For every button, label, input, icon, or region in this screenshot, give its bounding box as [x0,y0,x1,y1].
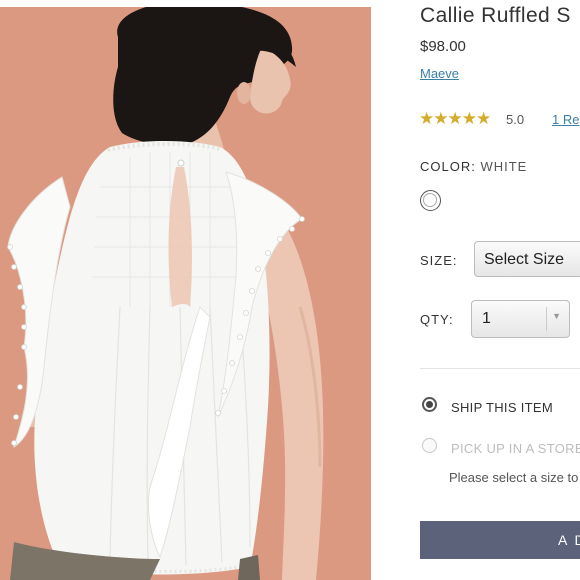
qty-label: QTY: [420,312,454,327]
product-photo-illustration [0,7,371,580]
size-select[interactable]: Select Size [474,241,580,277]
product-panel: Callie Ruffled S $98.00 Maeve ★★★★★ 5.0 … [371,0,580,580]
size-hint: Please select a size to [449,470,579,485]
color-label: COLOR: WHITE [420,159,527,174]
top-spacer [0,0,371,7]
product-title: Callie Ruffled S [420,4,571,27]
color-swatch-white[interactable] [420,190,441,211]
ship-item-label[interactable]: SHIP THIS ITEM [451,400,553,415]
add-to-basket-label: A D [558,532,580,548]
add-to-basket-button[interactable]: A D [420,521,580,559]
reviews-link[interactable]: 1 Re [552,112,579,127]
color-label-text: COLOR: [420,159,476,174]
product-photo[interactable] [0,7,371,580]
rating-value: 5.0 [506,112,525,127]
pickup-store-radio[interactable] [422,438,437,453]
qty-select-value: 1 [482,310,491,327]
size-select-value: Select Size [484,251,565,268]
qty-select-divider [546,307,547,331]
ship-item-radio[interactable] [422,397,437,412]
color-value: WHITE [480,159,528,174]
chevron-down-icon: ▼ [552,311,561,321]
size-label: SIZE: [420,253,458,268]
qty-select[interactable]: 1 ▼ [471,300,570,338]
rating-stars-icon[interactable]: ★★★★★ [419,109,491,129]
pickup-store-label[interactable]: PICK UP IN A STORE [451,441,580,456]
product-price: $98.00 [420,38,466,55]
section-divider [420,368,580,369]
brand-link[interactable]: Maeve [420,66,459,81]
